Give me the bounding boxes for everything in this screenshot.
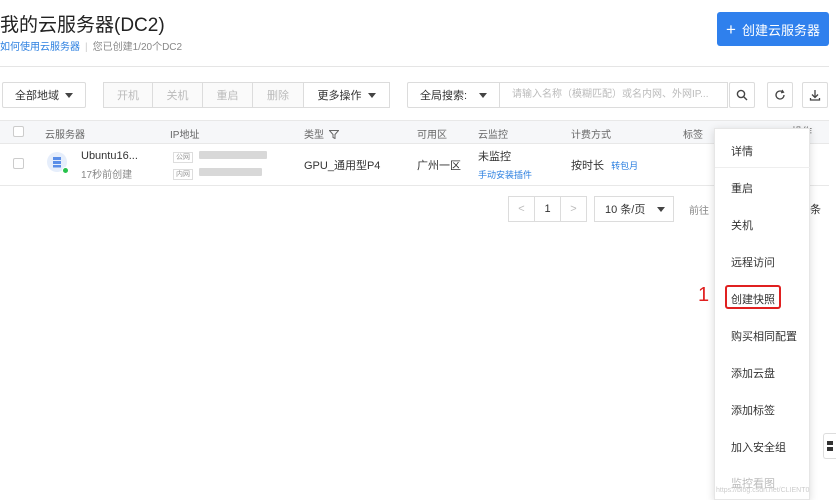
plus-icon: + [726,19,736,39]
restart-button[interactable]: 重启 [202,82,253,108]
snapshot-highlight-box [725,285,781,309]
row-checkbox[interactable] [13,158,24,169]
download-icon [809,90,821,101]
delete-button[interactable]: 删除 [252,82,304,108]
column-header-ip: IP地址 [170,130,200,141]
menu-item-power-off[interactable]: 关机 [731,217,753,233]
help-link[interactable]: 如何使用云服务器 [0,42,80,53]
install-plugin-link[interactable]: 手动安装插件 [478,168,532,181]
create-server-label: 创建云服务器 [741,22,820,38]
row-divider [0,185,829,186]
ip-private-redacted [199,168,262,176]
region-label: 全部地域 [15,90,59,102]
status-running-dot [62,167,69,174]
menu-item-buy-same-config[interactable]: 购买相同配置 [731,328,797,344]
monitor-status: 未监控 [478,151,511,163]
search-scope-select[interactable]: 全局搜索: [407,82,500,108]
side-panel-handle[interactable] [823,433,836,459]
refresh-icon [775,89,785,100]
menu-item-add-disk[interactable]: 添加云盘 [731,365,775,381]
page-size-label: 10 条/页 [605,204,646,216]
ip-public-redacted [199,151,267,159]
more-actions-label: 更多操作 [317,90,362,102]
menu-item-details[interactable]: 详情 [731,143,753,159]
next-page-button[interactable]: > [560,196,587,222]
search-icon [736,89,748,101]
column-header-type-label: 类型 [304,130,324,141]
watermark: https://blog.csdn.net/CLIENT0 [716,487,810,494]
region-select[interactable]: 全部地域 [2,82,86,108]
column-header-type[interactable]: 类型 [304,126,340,141]
server-type: GPU_通用型P4 [304,160,381,172]
chevron-down-icon [657,206,666,212]
more-actions-button[interactable]: 更多操作 [303,82,390,108]
refresh-button[interactable] [767,82,793,108]
ip-private-tag: 内网 [173,169,193,180]
menu-item-join-security-group[interactable]: 加入安全组 [731,439,786,455]
menu-item-remote-access[interactable]: 远程访问 [731,254,775,270]
column-header-server: 云服务器 [45,130,85,141]
page-subline: 如何使用云服务器 | 您已创建1/20个DC2 [0,42,183,53]
search-button[interactable] [729,82,755,108]
search-scope-label: 全局搜索: [419,90,468,102]
page-title: 我的云服务器(DC2) [0,15,165,36]
switch-monthly-link[interactable]: 转包月 [611,161,638,171]
chevron-down-icon [479,92,488,98]
page-size-select[interactable]: 10 条/页 [594,196,674,222]
create-server-button[interactable]: + 创建云服务器 [717,12,829,46]
page-number-button[interactable]: 1 [534,196,561,222]
power-off-button[interactable]: 关机 [152,82,203,108]
column-header-tags: 标签 [683,130,703,141]
server-created-time: 17秒前创建 [81,170,133,181]
column-header-zone: 可用区 [417,130,447,141]
pagination-suffix: 条 [810,204,821,216]
chevron-down-icon [65,92,73,98]
menu-item-restart[interactable]: 重启 [731,180,753,196]
server-name[interactable]: Ubuntu16... [81,150,138,162]
header-divider [0,66,829,67]
goto-label: 前往 [689,206,709,217]
download-button[interactable] [802,82,828,108]
search-input[interactable]: 请输入名称（模糊匹配）或名内网、外网IP... [500,82,728,108]
menu-item-add-tag[interactable]: 添加标签 [731,402,775,418]
billing-mode: 按时长 转包月 [571,157,638,173]
column-header-billing: 计费方式 [571,130,611,141]
row-actions-menu: 详情 重启 关机 远程访问 创建快照 购买相同配置 添加云盘 添加标签 加入安全… [714,128,811,500]
server-zone: 广州一区 [417,160,461,172]
select-all-checkbox[interactable] [13,126,24,137]
chevron-down-icon [367,92,376,98]
column-header-monitor: 云监控 [478,130,508,141]
quota-text: 您已创建1/20个DC2 [92,42,183,53]
billing-mode-label: 按时长 [571,160,604,172]
action-button-group: 开机 关机 重启 删除 更多操作 [103,82,390,108]
prev-page-button[interactable]: < [508,196,535,222]
menu-divider [715,167,811,168]
ip-public-tag: 公网 [173,152,193,163]
step-number-annotation: 1 [698,284,710,306]
table-header [0,120,829,144]
filter-icon[interactable] [328,130,340,140]
handle-icon [827,441,833,451]
power-on-button[interactable]: 开机 [103,82,153,108]
